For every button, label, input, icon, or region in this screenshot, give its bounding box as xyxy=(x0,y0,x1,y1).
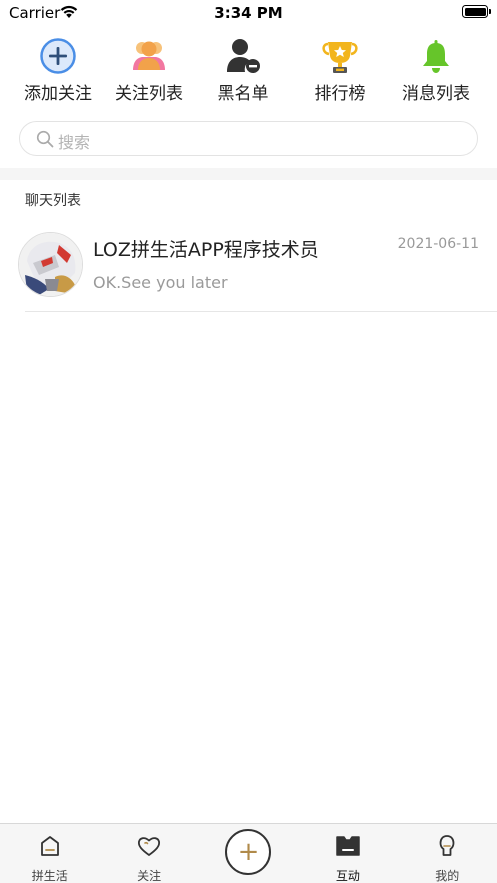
quick-menu: 添加关注 关注列表 黑名单 排行榜 消息列表 xyxy=(0,32,497,104)
interaction-icon xyxy=(336,836,360,856)
add-button[interactable]: + xyxy=(225,829,272,875)
profile-icon xyxy=(439,835,455,856)
status-bar: Carrier 3:34 PM xyxy=(0,0,497,26)
tab-interaction[interactable]: 互动 xyxy=(298,824,397,883)
tab-profile-label: 我的 xyxy=(435,869,460,883)
users-icon xyxy=(133,41,165,70)
home-icon xyxy=(40,836,59,856)
tab-add[interactable]: + xyxy=(199,824,298,883)
avatar-image xyxy=(19,233,82,296)
tab-follow[interactable]: 关注 xyxy=(99,824,198,883)
status-time: 3:34 PM xyxy=(214,4,283,22)
avatar xyxy=(18,232,83,297)
chat-contact-name: LOZ拼生活APP程序技术员 xyxy=(93,239,319,261)
section-separator xyxy=(0,168,497,180)
battery-icon xyxy=(462,5,488,18)
blacklist-button[interactable]: 黑名单 xyxy=(193,32,293,104)
chat-date: 2021-06-11 xyxy=(397,236,479,252)
divider xyxy=(25,311,497,312)
tab-home-label: 拼生活 xyxy=(31,869,68,883)
add-follow-label: 添加关注 xyxy=(24,84,92,104)
tab-interaction-label: 互动 xyxy=(335,869,360,883)
search-input[interactable]: 搜索 xyxy=(19,121,478,156)
search-icon xyxy=(36,130,54,148)
chat-list-title: 聊天列表 xyxy=(25,193,81,209)
add-follow-button[interactable]: 添加关注 xyxy=(8,32,108,104)
message-list-button[interactable]: 消息列表 xyxy=(386,32,486,104)
heart-icon xyxy=(138,837,161,856)
ranking-label: 排行榜 xyxy=(314,84,366,104)
battery-tip xyxy=(489,9,491,14)
chat-message-preview: OK.See you later xyxy=(93,273,228,292)
tab-bar: 拼生活 关注 + 互动 我的 xyxy=(0,823,497,883)
chat-list-item[interactable]: LOZ拼生活APP程序技术员 2021-06-11 OK.See you lat… xyxy=(0,222,497,312)
add-circle-icon xyxy=(40,38,76,74)
tab-home[interactable]: 拼生活 xyxy=(0,824,99,883)
message-list-label: 消息列表 xyxy=(402,84,470,104)
follow-list-button[interactable]: 关注列表 xyxy=(99,32,199,104)
blacklist-label: 黑名单 xyxy=(217,84,269,104)
tab-follow-label: 关注 xyxy=(137,869,162,883)
add-icon: + xyxy=(237,837,260,867)
tab-profile[interactable]: 我的 xyxy=(398,824,497,883)
user-block-icon xyxy=(227,39,260,73)
search-placeholder: 搜索 xyxy=(58,133,91,152)
follow-list-label: 关注列表 xyxy=(115,84,183,104)
ranking-button[interactable]: 排行榜 xyxy=(290,32,390,104)
bell-icon xyxy=(423,40,449,73)
trophy-icon xyxy=(322,42,358,73)
